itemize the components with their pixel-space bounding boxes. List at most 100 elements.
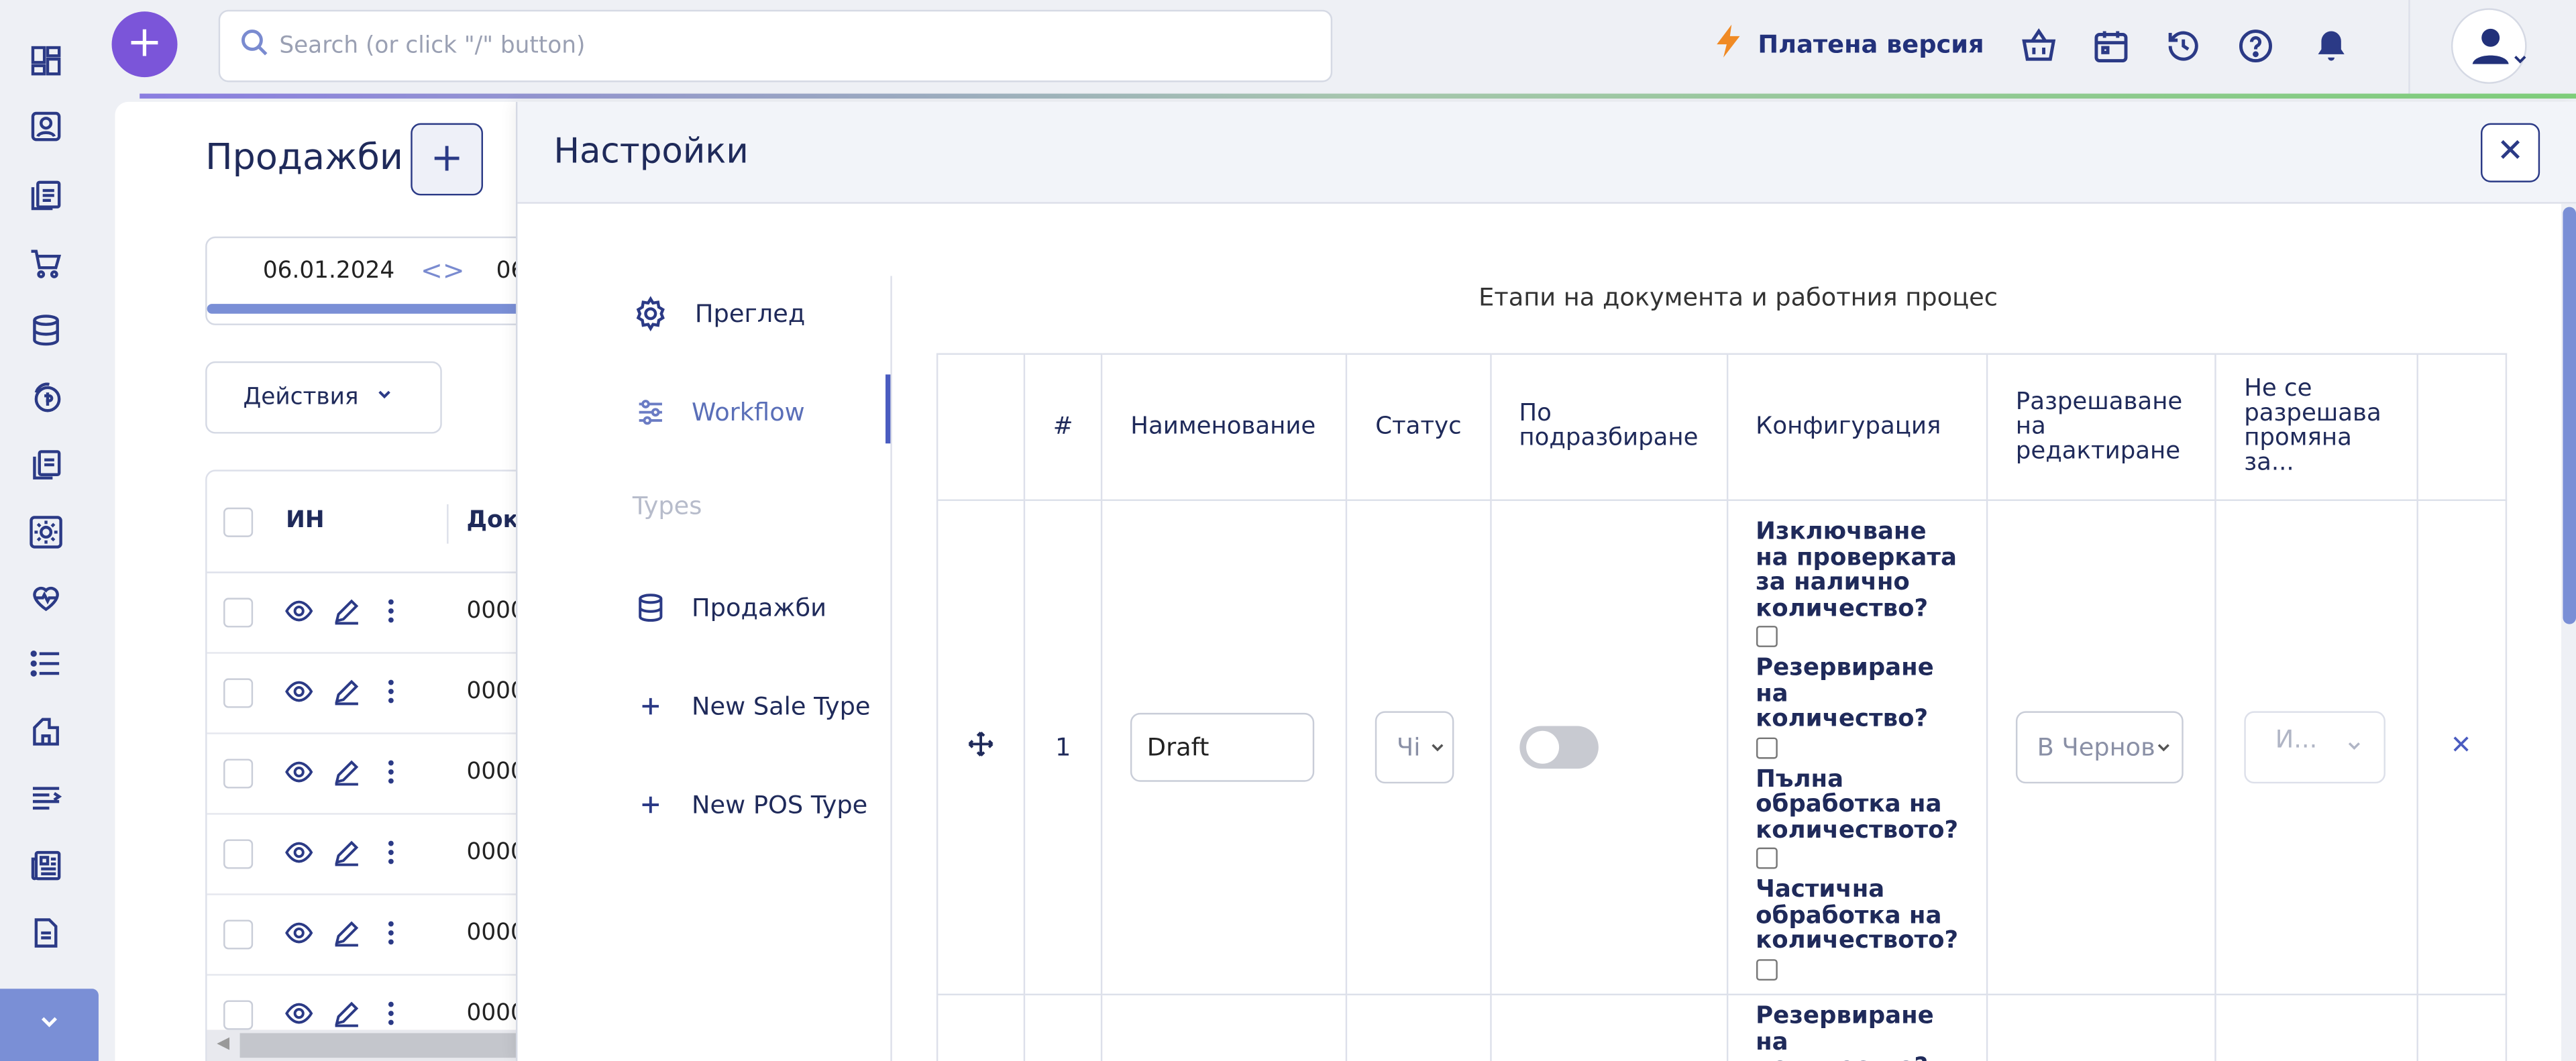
config-checkbox[interactable] <box>1756 958 1777 981</box>
nav-item-new-pos-type[interactable]: New POS Type <box>633 787 867 823</box>
grid-header: ИН Доку <box>207 471 532 573</box>
table-row[interactable]: 0000 <box>207 895 533 976</box>
vertical-scrollbar[interactable] <box>2561 203 2576 1061</box>
drag-cell <box>936 993 1026 1061</box>
row-checkbox[interactable] <box>223 678 254 708</box>
actions-dropdown[interactable]: Действия <box>205 361 442 434</box>
nav-item-new-sale-type[interactable]: New Sale Type <box>633 688 871 724</box>
calendar-icon[interactable] <box>2092 26 2131 66</box>
edit-icon[interactable] <box>332 596 362 626</box>
heart-icon[interactable] <box>28 579 64 616</box>
user-avatar-button[interactable] <box>2451 8 2527 84</box>
list-icon[interactable] <box>28 645 64 681</box>
nav-label-new-sale-type: New Sale Type <box>692 691 871 722</box>
edit-icon[interactable] <box>332 918 362 948</box>
column-header-id[interactable]: ИН <box>286 508 324 534</box>
more-vertical-icon[interactable] <box>376 596 406 626</box>
column-divider[interactable] <box>447 504 449 544</box>
row-checkbox[interactable] <box>223 598 254 628</box>
row-checkbox[interactable] <box>223 839 254 869</box>
config-label: Изключване на проверката за налично коли… <box>1756 519 1957 622</box>
drag-handle-icon[interactable] <box>966 729 996 765</box>
database-icon[interactable] <box>28 312 64 348</box>
stage-name-input[interactable] <box>1130 712 1315 782</box>
scrollbar-thumb[interactable] <box>239 1033 519 1058</box>
table-row[interactable]: 0000 <box>207 815 533 895</box>
search-input[interactable] <box>279 32 1298 60</box>
more-vertical-icon[interactable] <box>376 757 406 787</box>
settings-nav: Преглед Workflow Types Продажби New Sale… <box>517 276 892 1061</box>
horizontal-scrollbar[interactable]: ◀ <box>207 1029 519 1061</box>
create-fab-button[interactable]: + <box>111 11 178 78</box>
status-select[interactable]: Чі <box>1375 711 1454 784</box>
no-change-select[interactable]: И... <box>2244 711 2385 784</box>
file-icon[interactable] <box>28 915 64 951</box>
scrollbar-thumb[interactable] <box>2563 207 2576 624</box>
rail-collapse-button[interactable] <box>0 989 99 1061</box>
eye-icon[interactable] <box>284 838 314 867</box>
basket-icon[interactable] <box>2019 26 2059 66</box>
search-box[interactable] <box>218 9 1333 82</box>
remove-cell <box>2416 993 2508 1061</box>
date-from[interactable]: 06.01.2024 <box>263 258 394 284</box>
date-range-picker[interactable]: 06.01.2024 <> 06 <box>205 236 534 325</box>
dashboard-icon[interactable] <box>28 43 64 79</box>
paid-version-link[interactable]: Платена версия <box>1712 23 1984 66</box>
workflow-row: 1 Чі Изключване на проверката за налично… <box>936 499 2508 996</box>
nav-item-workflow[interactable]: Workflow <box>633 394 805 431</box>
coins-icon[interactable] <box>28 380 64 416</box>
edit-permission-select[interactable]: В Чернов <box>2015 711 2184 784</box>
config-checkbox[interactable] <box>1756 626 1777 648</box>
table-row[interactable]: 0000 <box>207 654 533 734</box>
help-icon[interactable] <box>2236 26 2275 66</box>
table-row[interactable]: 0000 <box>207 573 533 654</box>
config-checkbox[interactable] <box>1756 736 1777 759</box>
newspaper-icon[interactable] <box>28 848 64 884</box>
row-checkbox[interactable] <box>223 1000 254 1030</box>
actions-label: Действия <box>243 384 359 411</box>
edit-icon[interactable] <box>332 999 362 1028</box>
chevron-down-icon <box>1430 732 1446 762</box>
close-button[interactable] <box>2480 123 2540 182</box>
date-switch-icon[interactable]: <> <box>421 255 465 286</box>
eye-icon[interactable] <box>284 999 314 1028</box>
contacts-icon[interactable] <box>28 109 64 145</box>
eye-icon[interactable] <box>284 918 314 948</box>
more-vertical-icon[interactable] <box>376 677 406 706</box>
more-vertical-icon[interactable] <box>376 999 406 1028</box>
copy-icon[interactable] <box>28 447 64 483</box>
nav-item-overview[interactable]: Преглед <box>633 296 805 332</box>
eye-icon[interactable] <box>284 757 314 787</box>
cart-icon[interactable] <box>28 245 64 281</box>
status-cell: Чі <box>1346 499 1491 996</box>
settings-icon[interactable] <box>28 514 64 551</box>
eye-icon[interactable] <box>284 677 314 706</box>
remove-row-icon[interactable] <box>2452 734 2471 761</box>
column-header-index: # <box>1023 353 1103 501</box>
config-checkbox[interactable] <box>1756 848 1777 870</box>
edit-icon[interactable] <box>332 757 362 787</box>
date-range-slider[interactable] <box>207 304 533 314</box>
eye-icon[interactable] <box>284 596 314 626</box>
history-icon[interactable] <box>2163 26 2203 66</box>
edit-icon[interactable] <box>332 838 362 867</box>
scroll-left-icon[interactable]: ◀ <box>217 1035 229 1053</box>
bell-icon[interactable] <box>2312 26 2351 66</box>
close-icon <box>2497 136 2523 169</box>
status-cell <box>1346 993 1491 1061</box>
row-checkbox[interactable] <box>223 759 254 789</box>
edit-icon[interactable] <box>332 677 362 706</box>
more-vertical-icon[interactable] <box>376 918 406 948</box>
nav-item-types[interactable]: Types <box>633 491 702 520</box>
reports-icon[interactable] <box>28 713 64 749</box>
nav-item-sales[interactable]: Продажби <box>633 590 826 626</box>
default-toggle[interactable] <box>1519 726 1598 769</box>
table-row[interactable]: 0000 <box>207 734 533 815</box>
add-sale-button[interactable]: + <box>411 123 484 196</box>
documents-icon[interactable] <box>28 177 64 213</box>
more-vertical-icon[interactable] <box>376 838 406 867</box>
select-all-checkbox[interactable] <box>223 507 254 537</box>
text-icon[interactable] <box>28 780 64 816</box>
row-checkbox[interactable] <box>223 919 254 950</box>
no-change-value: И... <box>2275 724 2318 755</box>
